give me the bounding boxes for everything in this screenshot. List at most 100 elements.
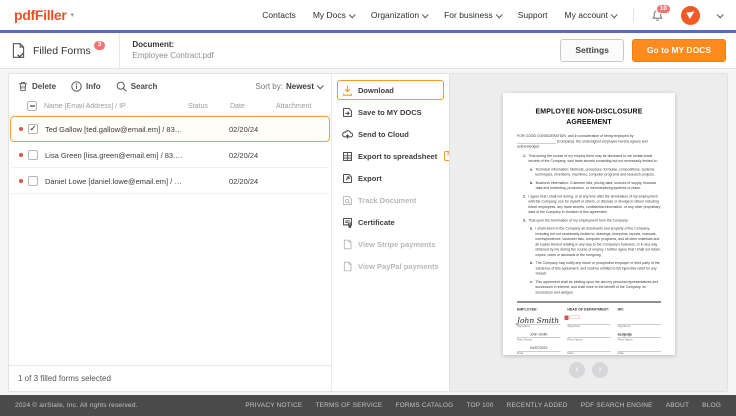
payments-doc-icon bbox=[342, 239, 353, 250]
signature-divider bbox=[517, 302, 661, 303]
table-row[interactable]: ✓ Ted Gallow [ted.gallow@email.em] / 83.… bbox=[10, 116, 330, 142]
payments-doc-icon bbox=[342, 261, 353, 272]
nav-my-docs[interactable]: My Docs bbox=[313, 10, 354, 20]
footer-link-about[interactable]: ABOUT bbox=[666, 402, 689, 409]
filled-forms-count-badge: 3 bbox=[94, 41, 106, 51]
footer-link-recently-added[interactable]: RECENTLY ADDED bbox=[507, 402, 568, 409]
main-content: Delete Info Search Sort by: Newest bbox=[0, 69, 736, 395]
filled-forms-list-panel: Delete Info Search Sort by: Newest bbox=[9, 74, 331, 391]
settings-button[interactable]: Settings bbox=[560, 39, 624, 62]
unread-dot bbox=[19, 179, 23, 183]
filled-forms-icon bbox=[10, 42, 27, 59]
spreadsheet-icon bbox=[342, 151, 353, 162]
table-row[interactable]: Daniel Lowe [daniel.lowe@email.em] / 83…… bbox=[10, 168, 330, 194]
delete-button[interactable]: Delete bbox=[18, 81, 56, 92]
export-to-spreadsheet-button[interactable]: Export to spreadsheet NEW bbox=[337, 146, 444, 166]
clause: b.Business information: Customer lists, … bbox=[517, 181, 661, 192]
sort-value: Newest bbox=[286, 82, 314, 91]
department-signature-block: HEAD OF DEPARTMENT: Signature Print Name… bbox=[567, 308, 610, 356]
row-date: 02/20/24 bbox=[229, 151, 275, 160]
next-page-button[interactable]: › bbox=[592, 362, 608, 378]
clause: 1.That during the course of my employ th… bbox=[517, 154, 661, 165]
row-checkbox[interactable] bbox=[28, 150, 38, 160]
clause: 3.That upon the termination of my employ… bbox=[517, 218, 661, 223]
certificate-button[interactable]: Certificate bbox=[337, 212, 444, 232]
chevron-down-icon bbox=[317, 82, 324, 89]
chevron-down-icon bbox=[495, 11, 502, 18]
user-avatar[interactable] bbox=[681, 6, 700, 25]
selection-status: 1 of 3 filled forms selected bbox=[9, 365, 331, 391]
footer-links: PRIVACY NOTICE TERMS OF SERVICE FORMS CA… bbox=[245, 402, 721, 409]
annotation-stamp-icon bbox=[564, 316, 580, 321]
top-nav-menu: Contacts My Docs Organization For busine… bbox=[262, 6, 722, 25]
info-button[interactable]: Info bbox=[71, 81, 101, 92]
nav-my-account[interactable]: My account bbox=[565, 10, 616, 20]
nav-for-business[interactable]: For business bbox=[444, 10, 501, 20]
signature-section: EMPLOYEE: John Smith Signature John Smit… bbox=[517, 308, 661, 356]
nav-support[interactable]: Support bbox=[518, 10, 548, 20]
document-preview-page: EMPLOYEE NON-DISCLOSURE AGREEMENT FOR GO… bbox=[503, 93, 675, 355]
footer-link-top-100[interactable]: TOP 100 bbox=[466, 402, 493, 409]
logo-chevron-down-icon[interactable]: ▾ bbox=[71, 11, 75, 19]
view-stripe-payments-button: View Stripe payments bbox=[337, 234, 444, 254]
preview-pager: ‹ › bbox=[569, 362, 608, 378]
download-button[interactable]: Download bbox=[337, 80, 444, 100]
notifications-button[interactable]: 10 bbox=[651, 9, 664, 22]
clause: b.The Company may notify any future or p… bbox=[517, 261, 661, 277]
table-header: Name [Email Address] / IP Status Date At… bbox=[9, 97, 331, 116]
unread-dot bbox=[19, 127, 23, 131]
actions-panel: Download Save to MY DOCS Send to Cloud E… bbox=[331, 74, 449, 391]
row-date: 02/20/24 bbox=[229, 125, 275, 134]
row-checkbox[interactable]: ✓ bbox=[28, 124, 38, 134]
table-body: ✓ Ted Gallow [ted.gallow@email.em] / 83.… bbox=[9, 116, 331, 365]
column-status: Status bbox=[188, 103, 230, 110]
send-to-cloud-button[interactable]: Send to Cloud bbox=[337, 124, 444, 144]
search-button[interactable]: Search bbox=[116, 81, 158, 92]
sort-dropdown[interactable]: Sort by: Newest bbox=[255, 82, 322, 91]
save-to-my-docs-button[interactable]: Save to MY DOCS bbox=[337, 102, 444, 122]
info-icon bbox=[71, 81, 82, 92]
cloud-upload-icon bbox=[342, 129, 353, 140]
page-title: Filled Forms bbox=[33, 45, 91, 57]
row-name: Ted Gallow [ted.gallow@email.em] / 83.4… bbox=[45, 125, 187, 134]
account-chevron-down-icon[interactable] bbox=[717, 11, 724, 18]
hr-signature-block: HR: Signature asdjsdja Print Name Date bbox=[617, 308, 660, 356]
footer-link-terms-of-service[interactable]: TERMS OF SERVICE bbox=[315, 402, 382, 409]
document-name: Employee Contract.pdf bbox=[132, 51, 213, 62]
document-intro: FOR GOOD CONSIDERATION, and in considera… bbox=[517, 134, 661, 150]
table-row[interactable]: Lisa Green [lisa.green@email.em] / 83.43… bbox=[10, 142, 330, 168]
footer-link-blog[interactable]: BLOG bbox=[702, 402, 721, 409]
unread-dot bbox=[19, 153, 23, 157]
divider bbox=[119, 33, 120, 69]
document-title: EMPLOYEE NON-DISCLOSURE AGREEMENT bbox=[517, 106, 661, 127]
employee-signature-block: EMPLOYEE: John Smith Signature John Smit… bbox=[517, 308, 560, 356]
document-info: Document: Employee Contract.pdf bbox=[132, 40, 213, 62]
track-document-button: Track Document bbox=[337, 190, 444, 210]
download-icon bbox=[342, 85, 353, 96]
select-all-checkbox[interactable] bbox=[27, 101, 37, 111]
row-name: Daniel Lowe [daniel.lowe@email.em] / 83… bbox=[45, 177, 187, 186]
footer-link-forms-catalog[interactable]: FORMS CATALOG bbox=[395, 402, 453, 409]
employee-signature-value: John Smith bbox=[517, 315, 560, 324]
footer-link-pdf-search-engine[interactable]: PDF SEARCH ENGINE bbox=[581, 402, 653, 409]
top-navigation-bar: pdfFiller ▾ Contacts My Docs Organizatio… bbox=[0, 0, 736, 30]
row-checkbox[interactable] bbox=[28, 176, 38, 186]
previous-page-button[interactable]: ‹ bbox=[569, 362, 585, 378]
nav-contacts[interactable]: Contacts bbox=[262, 10, 296, 20]
column-attachment: Attachment bbox=[276, 103, 322, 110]
clause: a.Technical information: Methods, proces… bbox=[517, 167, 661, 178]
go-to-my-docs-button[interactable]: Go to MY DOCS bbox=[632, 39, 726, 62]
column-name: Name [Email Address] / IP bbox=[44, 103, 188, 110]
column-date: Date bbox=[230, 103, 276, 110]
export-button[interactable]: Export bbox=[337, 168, 444, 188]
document-preview-panel: EMPLOYEE NON-DISCLOSURE AGREEMENT FOR GO… bbox=[449, 74, 727, 391]
track-document-icon bbox=[342, 195, 353, 206]
export-icon bbox=[342, 173, 353, 184]
nav-organization[interactable]: Organization bbox=[371, 10, 427, 20]
pdffiller-logo[interactable]: pdfFiller bbox=[14, 7, 67, 23]
clause: c.This agreement shall be binding upon m… bbox=[517, 280, 661, 296]
save-docs-icon bbox=[342, 107, 353, 118]
view-paypal-payments-button: View PayPal payments bbox=[337, 256, 444, 276]
sort-label: Sort by: bbox=[255, 82, 283, 91]
footer-link-privacy-notice[interactable]: PRIVACY NOTICE bbox=[245, 402, 302, 409]
